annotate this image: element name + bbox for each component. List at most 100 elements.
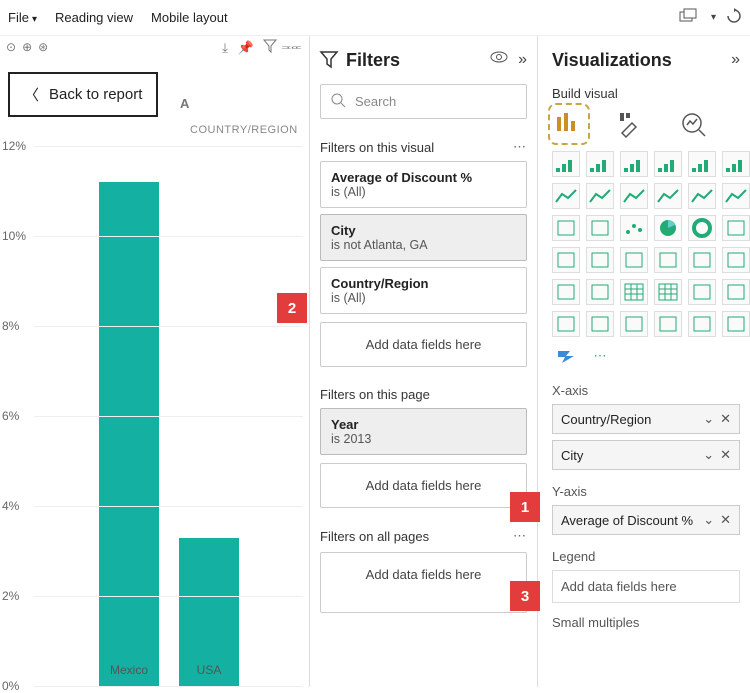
py-visual-icon[interactable] (722, 279, 750, 305)
remove-icon[interactable]: ✕ (720, 447, 731, 463)
pill-label: Average of Discount % (561, 513, 693, 528)
map-icon[interactable] (552, 247, 580, 273)
filter-card[interactable]: Cityis not Atlanta, GA (320, 214, 527, 261)
field-pill[interactable]: City⌄✕ (552, 440, 740, 470)
chevron-down-icon[interactable]: ⌄ (703, 411, 714, 427)
filter-card[interactable]: Yearis 2013 (320, 408, 527, 455)
reading-view-menu[interactable]: Reading view (55, 10, 133, 25)
y-tick: 10% (0, 229, 34, 243)
filters-title: Filters (346, 50, 482, 71)
y-tick: 4% (0, 499, 34, 513)
filter-title: Year (331, 417, 516, 432)
narrative-icon[interactable] (654, 311, 682, 337)
key-influencers-icon[interactable] (552, 311, 580, 337)
format-visual-tab[interactable] (614, 107, 648, 141)
pie-icon[interactable] (654, 215, 682, 241)
donut-icon[interactable] (688, 215, 716, 241)
kpi-icon[interactable] (722, 247, 750, 273)
visual-type-grid: ⋯ (552, 151, 740, 369)
line-icon[interactable] (552, 183, 580, 209)
drill-up-icon[interactable]: ⊙ (6, 40, 16, 54)
treemap-icon[interactable] (722, 215, 750, 241)
callout-2: 2 (277, 293, 307, 323)
100-bar-icon[interactable] (688, 151, 716, 177)
expand-icon[interactable]: ⊛ (38, 40, 48, 54)
legend-label: Legend (552, 549, 740, 564)
paginated-icon[interactable] (688, 311, 716, 337)
stacked-bar-icon[interactable] (552, 151, 580, 177)
legend-label: COUNTRY/REGION (190, 124, 300, 136)
waterfall-icon[interactable] (552, 215, 580, 241)
filter-title: Average of Discount % (331, 170, 516, 185)
filter-card[interactable]: Average of Discount %is (All) (320, 161, 527, 208)
filter-title: City (331, 223, 516, 238)
export-icon[interactable]: ⤓ (222, 40, 228, 56)
line-clustered-icon[interactable] (688, 183, 716, 209)
bar[interactable] (99, 182, 159, 686)
pin-icon[interactable]: 📌 (238, 40, 254, 56)
analytics-tab[interactable] (676, 107, 710, 141)
field-pill[interactable]: Country/Region ⌄ ✕ (552, 404, 740, 434)
filled-map-icon[interactable] (586, 247, 614, 273)
100-column-icon[interactable] (722, 151, 750, 177)
field-pill[interactable]: Average of Discount % ⌄ ✕ (552, 505, 740, 535)
more-icon[interactable]: ⋯ (586, 343, 614, 369)
table-icon[interactable] (620, 279, 648, 305)
more-icon[interactable]: ⋯ (286, 40, 299, 56)
clustered-column-icon[interactable] (654, 151, 682, 177)
slicer-icon[interactable] (586, 279, 614, 305)
matrix-icon[interactable] (654, 279, 682, 305)
refresh-icon[interactable] (726, 8, 742, 27)
power-automate-icon[interactable] (552, 343, 580, 369)
power-apps-icon[interactable] (722, 311, 750, 337)
collapse-icon[interactable]: » (731, 51, 740, 69)
chevron-down-icon[interactable]: ▾ (711, 12, 716, 23)
collapse-icon[interactable]: » (518, 51, 527, 69)
filter-sub: is (All) (331, 185, 516, 199)
stacked-column-icon[interactable] (586, 151, 614, 177)
funnel-icon[interactable] (586, 215, 614, 241)
filter-search-input[interactable]: Search (320, 84, 527, 119)
cascade-icon[interactable] (680, 9, 698, 26)
chevron-down-icon[interactable]: ⌄ (703, 447, 714, 463)
legend-add[interactable]: Add data fields here (552, 570, 740, 603)
y-tick: 6% (0, 409, 34, 423)
build-visual-label: Build visual (552, 86, 740, 101)
drill-down-icon[interactable]: ⊕ (22, 40, 32, 54)
remove-icon[interactable]: ✕ (720, 512, 731, 528)
card-icon[interactable] (688, 247, 716, 273)
scatter-icon[interactable] (620, 215, 648, 241)
azure-map-icon[interactable] (620, 247, 648, 273)
filter-card[interactable]: Country/Regionis (All) (320, 267, 527, 314)
add-visual-filter[interactable]: Add data fields here (320, 322, 527, 367)
add-all-filter[interactable]: Add data fields here (320, 552, 527, 613)
more-icon[interactable]: ⋯ (513, 139, 527, 155)
build-visual-tab[interactable] (552, 107, 586, 141)
ribbon-icon[interactable] (722, 183, 750, 209)
multi-row-icon[interactable] (552, 279, 580, 305)
area-icon[interactable] (586, 183, 614, 209)
decomp-icon[interactable] (586, 311, 614, 337)
stacked-area-icon[interactable] (620, 183, 648, 209)
r-visual-icon[interactable] (688, 279, 716, 305)
more-icon[interactable]: ⋯ (513, 528, 527, 544)
file-menu[interactable]: File▾ (8, 10, 37, 25)
gauge-icon[interactable] (654, 247, 682, 273)
remove-icon[interactable]: ✕ (720, 411, 731, 427)
back-to-report-button[interactable]: 〈 Back to report (8, 72, 158, 117)
add-page-filter[interactable]: Add data fields here (320, 463, 527, 508)
qna-icon[interactable] (620, 311, 648, 337)
bar-chart[interactable]: 0%2%4%6%8%10%12% MexicoUSA (0, 146, 309, 687)
callout-1: 1 (510, 492, 540, 522)
callout-3: 3 (510, 581, 540, 611)
eye-icon[interactable] (490, 51, 508, 69)
back-label: Back to report (49, 86, 142, 103)
chevron-down-icon[interactable]: ⌄ (703, 512, 714, 528)
pill-label: Country/Region (561, 412, 651, 427)
x-tick: USA (197, 663, 222, 677)
mobile-layout-menu[interactable]: Mobile layout (151, 10, 228, 25)
clustered-bar-icon[interactable] (620, 151, 648, 177)
y-tick: 12% (0, 139, 34, 153)
filter-icon[interactable] (264, 40, 276, 56)
line-column-icon[interactable] (654, 183, 682, 209)
